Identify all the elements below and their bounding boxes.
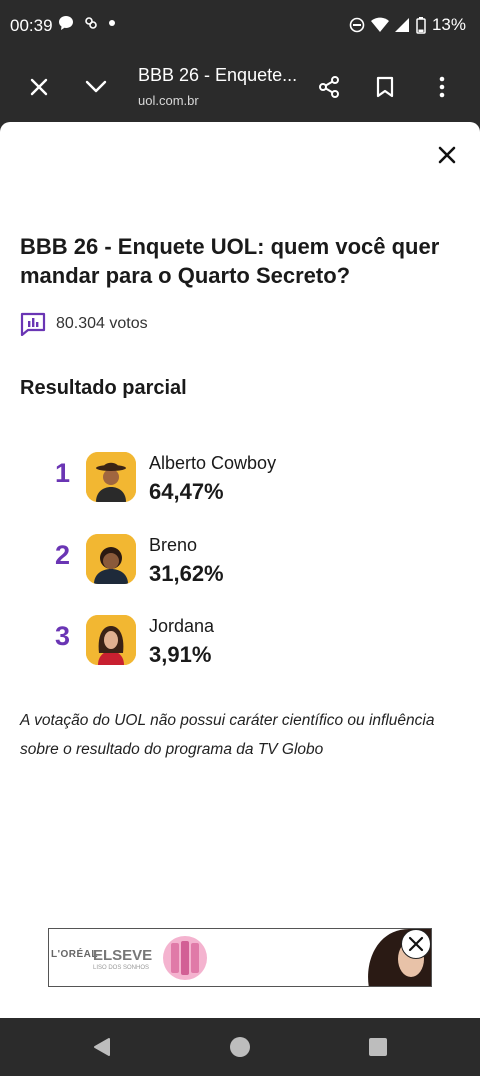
dot-icon	[109, 20, 115, 26]
candidate-percent: 64,47%	[149, 479, 224, 504]
minimize-button[interactable]	[83, 74, 109, 100]
share-button[interactable]	[316, 74, 342, 100]
bookmark-button[interactable]	[372, 74, 398, 100]
more-options-button[interactable]	[429, 74, 455, 100]
result-row: 1 Alberto Cowboy 64,47%	[0, 448, 480, 508]
ad-close-button[interactable]	[401, 929, 431, 959]
signal-icon	[394, 18, 409, 32]
close-icon	[30, 78, 48, 96]
battery-percent: 13%	[431, 15, 466, 34]
page-url: uol.com.br	[138, 93, 199, 108]
vote-count: 80.304 votos	[20, 312, 148, 336]
share-icon	[319, 76, 339, 98]
nav-home-button[interactable]	[228, 1035, 252, 1059]
rank-number: 3	[55, 621, 71, 651]
back-triangle-icon	[94, 1038, 110, 1056]
status-time: 00:39	[10, 16, 53, 35]
nav-back-button[interactable]	[90, 1035, 114, 1059]
rank-number: 1	[55, 458, 71, 488]
avatar	[86, 452, 136, 502]
page-title: BBB 26 - Enquete...	[138, 65, 298, 85]
candidate-percent: 31,62%	[149, 561, 224, 586]
results-heading: Resultado parcial	[20, 377, 187, 399]
bookmark-icon	[376, 76, 394, 98]
poll-sheet: BBB 26 - Enquete UOL: quem você quer man…	[0, 122, 480, 1018]
chat-bubble-icon	[59, 16, 73, 30]
candidate-photo	[86, 534, 136, 584]
home-circle-icon	[230, 1037, 250, 1057]
browser-toolbar: BBB 26 - Enquete... uol.com.br	[0, 52, 480, 122]
do-not-disturb-icon	[349, 17, 365, 33]
close-sheet-button[interactable]	[436, 144, 458, 166]
chevron-down-icon	[85, 80, 107, 93]
candidate-name: Jordana	[149, 616, 215, 636]
poll-title: BBB 26 - Enquete UOL: quem você quer man…	[20, 234, 440, 288]
result-row: 3 Jordana 3,91%	[0, 611, 480, 671]
candidate-percent: 3,91%	[149, 642, 212, 667]
status-bar: 00:39 13%	[0, 0, 480, 52]
result-row: 2 Breno 31,62%	[0, 530, 480, 590]
ad-tagline: LISO DOS SONHOS	[93, 965, 150, 971]
battery-icon	[416, 16, 426, 34]
candidate-photo	[86, 615, 136, 665]
ad-brand-name: ELSEVE	[93, 947, 153, 964]
recents-square-icon	[369, 1038, 387, 1056]
nav-recents-button[interactable]	[366, 1035, 390, 1059]
candidate-name: Alberto Cowboy	[149, 453, 277, 473]
disclaimer-text: A votação do UOL não possui caráter cien…	[20, 712, 435, 758]
ad-product-image	[163, 936, 207, 980]
candidate-name: Breno	[149, 535, 198, 555]
ad-loreal-logo: L'ORÉAL	[51, 949, 98, 960]
system-nav-bar	[0, 1018, 480, 1076]
rank-number: 2	[55, 540, 71, 570]
wifi-icon	[370, 17, 389, 32]
avatar	[86, 615, 136, 665]
poll-chart-icon	[20, 312, 46, 336]
close-tab-button[interactable]	[26, 74, 52, 100]
app-notification-icon	[85, 17, 97, 29]
candidate-photo	[86, 452, 136, 502]
vote-count-text: 80.304 votos	[56, 315, 148, 332]
close-icon	[408, 936, 424, 952]
more-vertical-icon	[439, 76, 445, 98]
avatar	[86, 534, 136, 584]
close-icon	[438, 146, 456, 164]
ad-banner[interactable]: L'ORÉAL ELSEVE LISO DOS SONHOS	[48, 928, 432, 987]
